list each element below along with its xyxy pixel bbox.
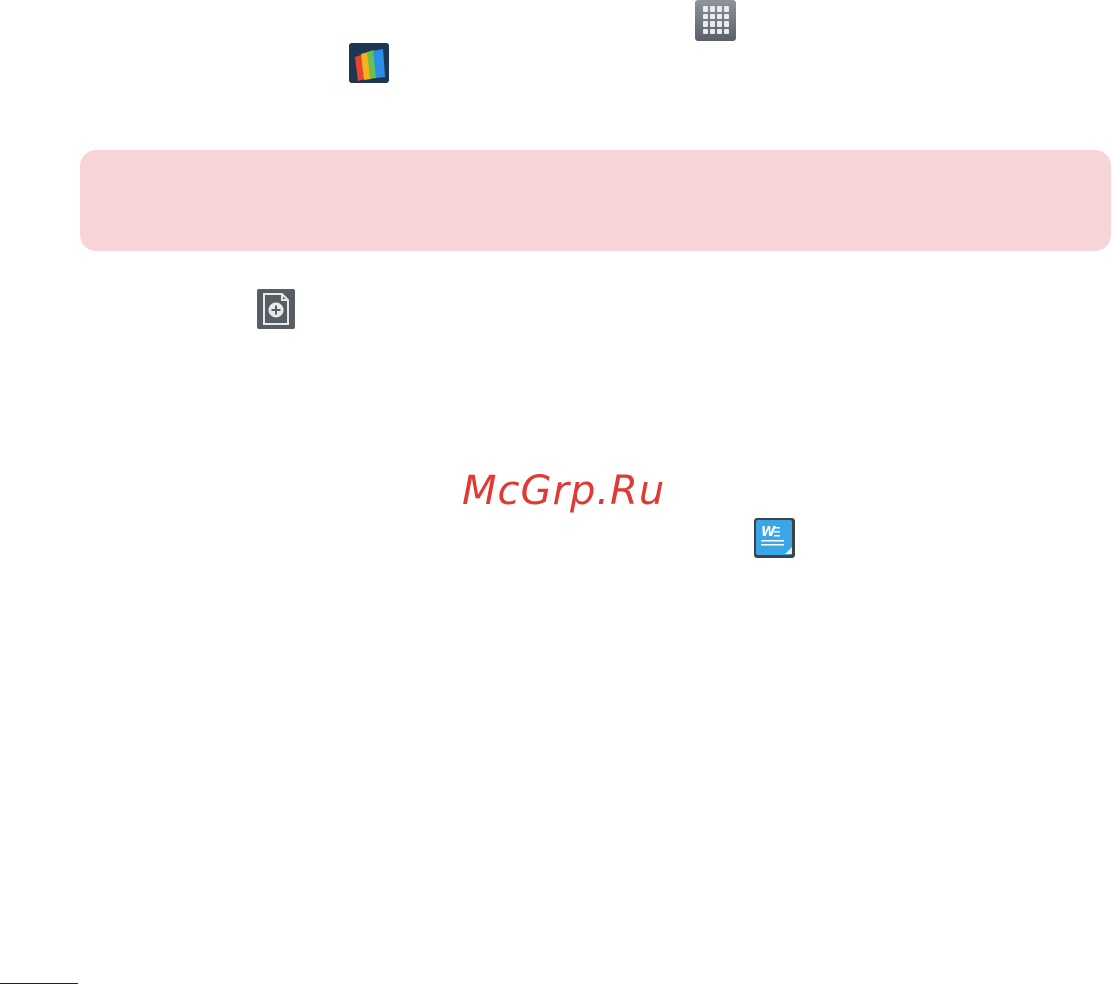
apps-grid-dots bbox=[703, 6, 729, 34]
watermark-text: McGrp.Ru bbox=[462, 468, 666, 514]
new-document-graphic bbox=[263, 293, 289, 325]
note-banner bbox=[80, 150, 1111, 251]
apps-grid-icon[interactable] bbox=[695, 0, 736, 41]
footnote-rule bbox=[0, 983, 78, 984]
polaris-office-graphic bbox=[349, 43, 389, 83]
word-document-graphic: W bbox=[756, 520, 792, 555]
svg-text:W: W bbox=[761, 525, 776, 540]
word-document-icon[interactable]: W bbox=[754, 518, 795, 558]
polaris-office-icon[interactable] bbox=[349, 43, 389, 83]
new-document-icon[interactable] bbox=[257, 289, 295, 329]
